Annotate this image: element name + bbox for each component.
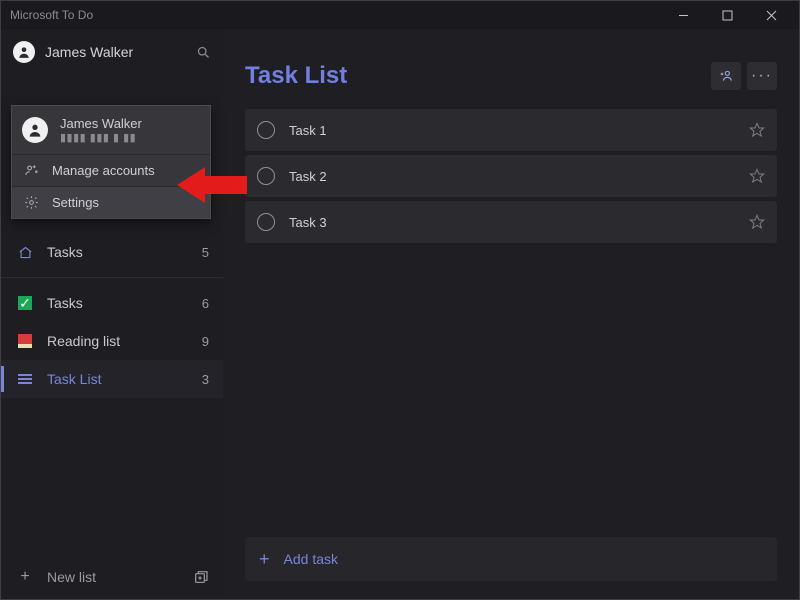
new-list-label: New list — [47, 569, 96, 585]
star-icon[interactable] — [749, 168, 765, 184]
add-task-input[interactable]: + Add task — [245, 537, 777, 581]
task-list: Task 1 Task 2 Task 3 — [245, 109, 777, 243]
sidebar-list-tasklist[interactable]: Task List 3 — [1, 360, 223, 398]
share-button[interactable] — [711, 62, 741, 90]
list-icon — [15, 374, 35, 384]
main-header: Task List ··· — [245, 43, 777, 109]
main-panel: Task List ··· Task 1 — [223, 29, 799, 599]
sidebar-tasks-builtin[interactable]: Tasks 5 — [1, 233, 223, 271]
checkbox-icon: ✓ — [15, 296, 35, 310]
sidebar-list-reading[interactable]: Reading list 9 — [1, 322, 223, 360]
person-switch-icon — [22, 163, 40, 178]
window: Microsoft To Do James Walker — [0, 0, 800, 600]
more-button[interactable]: ··· — [747, 62, 777, 90]
callout-arrow — [177, 164, 247, 206]
sidebar-label: Tasks — [47, 295, 83, 311]
body: James Walker James Walker ▮▮▮▮ ▮▮▮ ▮ ▮▮ — [1, 29, 799, 599]
complete-toggle[interactable] — [257, 121, 275, 139]
separator — [1, 277, 223, 278]
new-group-icon[interactable] — [193, 569, 209, 585]
task-row[interactable]: Task 3 — [245, 201, 777, 243]
close-button[interactable] — [749, 2, 793, 28]
sidebar: James Walker James Walker ▮▮▮▮ ▮▮▮ ▮ ▮▮ — [1, 29, 223, 599]
search-icon[interactable] — [196, 45, 211, 60]
add-task-label: Add task — [284, 551, 338, 567]
account-name: James Walker — [60, 116, 142, 131]
maximize-button[interactable] — [705, 2, 749, 28]
complete-toggle[interactable] — [257, 167, 275, 185]
user-name: James Walker — [45, 44, 133, 60]
count-badge: 6 — [202, 296, 209, 311]
task-title: Task 3 — [289, 215, 327, 230]
sidebar-list: Tasks 5 ✓ Tasks 6 Reading list 9 Task Li… — [1, 233, 223, 398]
titlebar: Microsoft To Do — [1, 1, 799, 29]
avatar — [22, 117, 48, 143]
settings-label: Settings — [52, 195, 99, 210]
sidebar-label: Tasks — [47, 244, 83, 260]
list-title[interactable]: Task List — [245, 62, 347, 90]
star-icon[interactable] — [749, 122, 765, 138]
home-icon — [15, 245, 35, 260]
minimize-button[interactable] — [661, 2, 705, 28]
book-icon — [15, 334, 35, 348]
count-badge: 3 — [202, 372, 209, 387]
task-row[interactable]: Task 1 — [245, 109, 777, 151]
sidebar-list-tasks[interactable]: ✓ Tasks 6 — [1, 284, 223, 322]
avatar — [13, 41, 35, 63]
app-title: Microsoft To Do — [7, 8, 661, 22]
account-email-obscured: ▮▮▮▮ ▮▮▮ ▮ ▮▮ — [60, 131, 142, 144]
complete-toggle[interactable] — [257, 213, 275, 231]
manage-accounts-label: Manage accounts — [52, 163, 155, 178]
task-title: Task 2 — [289, 169, 327, 184]
task-title: Task 1 — [289, 123, 327, 138]
count-badge: 9 — [202, 334, 209, 349]
count-badge: 5 — [202, 245, 209, 260]
star-icon[interactable] — [749, 214, 765, 230]
plus-icon: + — [15, 568, 35, 586]
plus-icon: + — [259, 549, 270, 570]
new-list-button[interactable]: + New list — [1, 555, 223, 599]
user-row[interactable]: James Walker — [1, 29, 223, 75]
gear-icon — [22, 195, 40, 210]
account-option[interactable]: James Walker ▮▮▮▮ ▮▮▮ ▮ ▮▮ — [12, 106, 210, 154]
sidebar-label: Reading list — [47, 333, 120, 349]
task-row[interactable]: Task 2 — [245, 155, 777, 197]
sidebar-label: Task List — [47, 371, 101, 387]
